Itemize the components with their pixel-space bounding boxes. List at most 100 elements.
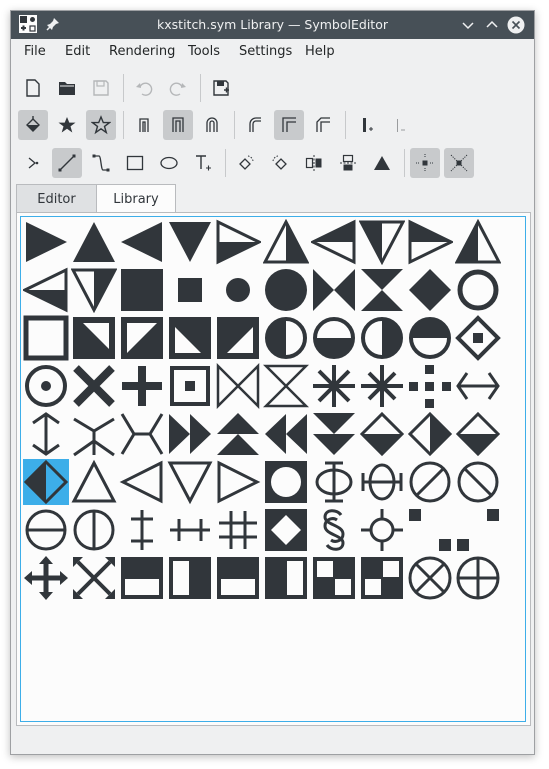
symbol-ring[interactable] [455,267,501,313]
symbol-circle-half-top[interactable] [407,315,453,361]
symbol-asterisk[interactable] [311,363,357,409]
flip-vertical-button[interactable] [333,148,363,178]
symbol-half-tri-down-2[interactable] [71,267,117,313]
symbol-tri-down-outline[interactable] [167,459,213,505]
cap-flat-button[interactable] [129,110,159,140]
rotate-right-button[interactable] [265,148,295,178]
symbol-theta[interactable] [359,459,405,505]
symbol-section-sign[interactable] [311,507,357,553]
increase-line-width-button[interactable] [351,110,381,140]
symbol-bowtie-h[interactable] [311,267,357,313]
cap-square-button[interactable] [163,110,193,140]
symbol-diamond-half-left[interactable] [23,459,69,505]
title-bar[interactable]: kxstitch.sym Library — SymbolEditor [11,11,534,39]
symbol-double-tri-left[interactable] [263,411,309,457]
rotate-left-button[interactable] [231,148,261,178]
symbol-tri-right[interactable] [23,219,69,265]
minimize-icon[interactable] [459,16,477,34]
symbol-plus-cross[interactable] [119,363,165,409]
symbol-x-arrows[interactable] [71,555,117,601]
ellipse-button[interactable] [154,148,184,178]
symbol-square-diag-a[interactable] [71,315,117,361]
symbol-circle-hline[interactable] [23,507,69,553]
symbol-diamond-half-bottom-2[interactable] [455,411,501,457]
symbol-checker-b[interactable] [359,555,405,601]
symbol-square-filled[interactable] [119,267,165,313]
snap-grid-button[interactable] [410,148,440,178]
symbol-tri-left[interactable] [119,219,165,265]
symbol-circle-half-left[interactable] [263,315,309,361]
symbol-square-small[interactable] [167,267,213,313]
symbol-circle-dot[interactable] [23,363,69,409]
symbol-circle-vline[interactable] [71,507,117,553]
undo-button[interactable] [129,73,159,103]
maximize-icon[interactable] [483,16,501,34]
symbol-square-half-top[interactable] [119,555,165,601]
flip-horizontal-button[interactable] [299,148,329,178]
symbol-tri-up-outline[interactable] [71,459,117,505]
symbol-circle-backslash[interactable] [455,459,501,505]
symbol-double-tri-right[interactable] [167,411,213,457]
text-button[interactable] [188,148,218,178]
symbol-phi[interactable] [311,459,357,505]
symbol-square-diag-c[interactable] [167,315,213,361]
menu-edit[interactable]: Edit [65,44,90,59]
symbol-circle-slash[interactable] [407,459,453,505]
snap-diagonal-button[interactable] [444,148,474,178]
symbol-tri-right-outline[interactable] [215,459,261,505]
symbol-x-cross[interactable] [71,363,117,409]
symbol-tri-left-outline[interactable] [119,459,165,505]
symbol-circle-filled[interactable] [263,267,309,313]
symbol-tri-down[interactable] [167,219,213,265]
tab-editor[interactable]: Editor [16,184,97,214]
outline-star-button[interactable] [86,110,116,140]
symbol-half-tri-left[interactable] [311,219,357,265]
symbol-double-arrow-v[interactable] [23,411,69,457]
fill-tool-button[interactable] [18,110,48,140]
symbol-half-tri-down[interactable] [359,219,405,265]
symbol-y-fork-h[interactable] [119,411,165,457]
join-miter-button[interactable] [274,110,304,140]
symbol-square-dot[interactable] [167,363,213,409]
symbol-diamond-dot[interactable] [455,315,501,361]
new-file-button[interactable] [18,73,48,103]
symbol-y-fork-v[interactable] [71,411,117,457]
symbol-bowtie-v[interactable] [359,267,405,313]
symbol-half-tri-right[interactable] [215,219,261,265]
menu-help[interactable]: Help [305,44,335,59]
menu-file[interactable]: File [24,44,46,59]
line-to-button[interactable] [52,148,82,178]
close-icon[interactable] [507,16,525,34]
save-button[interactable] [86,73,116,103]
symbol-double-arrow-h[interactable] [455,363,501,409]
snap-star-button[interactable] [52,110,82,140]
symbol-circle-x[interactable] [407,555,453,601]
move-to-button[interactable] [18,148,48,178]
menu-tools[interactable]: Tools [188,44,220,59]
symbol-hash[interactable] [215,507,261,553]
cubic-to-button[interactable] [86,148,116,178]
symbol-diamond-half-bottom[interactable] [359,411,405,457]
symbol-bowtie-outline-h[interactable] [215,363,261,409]
symbol-double-tri-up[interactable] [215,411,261,457]
symbol-dotted-cross[interactable] [407,363,453,409]
symbol-double-bar-h[interactable] [167,507,213,553]
rectangle-button[interactable] [120,148,150,178]
symbol-square-diamond[interactable] [263,507,309,553]
symbol-diamond-filled[interactable] [407,267,453,313]
symbol-crosshair-circle[interactable] [359,507,405,553]
symbol-square-half-left[interactable] [167,555,213,601]
menu-rendering[interactable]: Rendering [109,44,175,59]
symbol-checker-a[interactable] [311,555,357,601]
symbol-square-half-top-2[interactable] [215,555,261,601]
join-round-button[interactable] [240,110,270,140]
symbol-circle-half-right[interactable] [359,315,405,361]
open-button[interactable] [52,73,82,103]
symbol-half-tri-left-2[interactable] [23,267,69,313]
symbol-half-tri-up-2[interactable] [455,219,501,265]
join-bevel-button[interactable] [308,110,338,140]
symbol-half-tri-up[interactable] [263,219,309,265]
symbol-asterisk-bar[interactable] [359,363,405,409]
symbol-outline-tri-right[interactable] [407,219,453,265]
symbol-four-arrows[interactable] [23,555,69,601]
